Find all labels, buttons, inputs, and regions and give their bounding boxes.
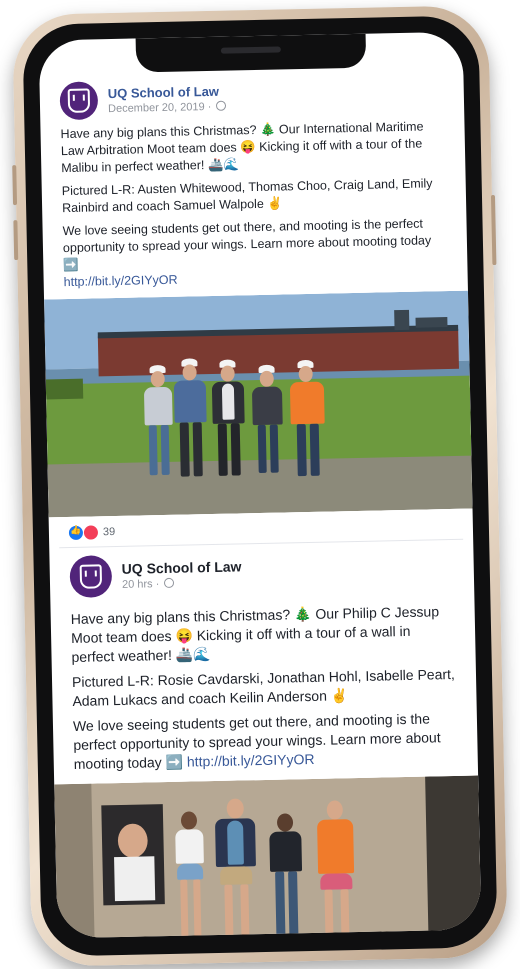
wall-photo-illustration: [54, 775, 482, 939]
globe-icon: [164, 577, 175, 589]
phone-screen: UQ School of Law December 20, 2019 · Hav…: [38, 31, 482, 939]
post-photo[interactable]: [54, 775, 482, 939]
post-text: We love seeing students get out there, a…: [73, 709, 458, 774]
page-name-link[interactable]: UQ School of Law: [122, 558, 242, 577]
volume-down-button: [13, 220, 19, 261]
uq-crest-icon[interactable]: [69, 555, 113, 598]
phone-frame: UQ School of Law December 20, 2019 · Hav…: [12, 5, 508, 967]
speaker-grille: [220, 46, 281, 54]
post-text: We love seeing students get out there, a…: [62, 215, 447, 291]
post-card: UQ School of Law December 20, 2019 · Hav…: [39, 66, 467, 292]
post-text: Have any big plans this Christmas? 🎄 Our…: [60, 119, 424, 176]
uq-crest-icon[interactable]: [59, 81, 99, 121]
post-text: Pictured L-R: Austen Whitewood, Thomas C…: [61, 176, 433, 216]
notch: [135, 33, 367, 73]
post-text-body: We love seeing students get out there, a…: [62, 216, 432, 273]
reaction-count: 39: [102, 526, 116, 539]
page-name-link[interactable]: UQ School of Law: [108, 83, 227, 100]
post-card: UQ School of Law 20 hrs · Have any big p…: [49, 540, 478, 775]
like-reaction-icon: [68, 525, 84, 541]
reactions-bar[interactable]: 39: [49, 517, 473, 542]
power-button: [490, 195, 497, 266]
phone-bezel: UQ School of Law December 20, 2019 · Hav…: [22, 15, 498, 957]
post-text: Pictured L-R: Rosie Cavdarski, Jonathan …: [71, 665, 456, 709]
post-text: Have any big plans this Christmas? 🎄 Our…: [70, 603, 440, 665]
love-reaction-icon: [82, 524, 100, 541]
post-time[interactable]: 20 hrs ·: [122, 576, 242, 591]
post-date-text: December 20, 2019 ·: [107, 100, 212, 115]
post-photo[interactable]: [44, 290, 473, 518]
post-link[interactable]: http://bit.ly/2GIYyOR: [187, 751, 315, 770]
globe-icon: [216, 100, 227, 111]
feed[interactable]: UQ School of Law December 20, 2019 · Hav…: [39, 66, 482, 939]
post-header: UQ School of Law December 20, 2019 ·: [59, 74, 444, 121]
post-link[interactable]: http://bit.ly/2GIYyOR: [64, 273, 178, 289]
post-date[interactable]: December 20, 2019 ·: [107, 100, 227, 115]
volume-up-button: [12, 165, 18, 206]
post-header: UQ School of Law 20 hrs ·: [69, 548, 454, 598]
post-time-text: 20 hrs ·: [121, 578, 160, 591]
